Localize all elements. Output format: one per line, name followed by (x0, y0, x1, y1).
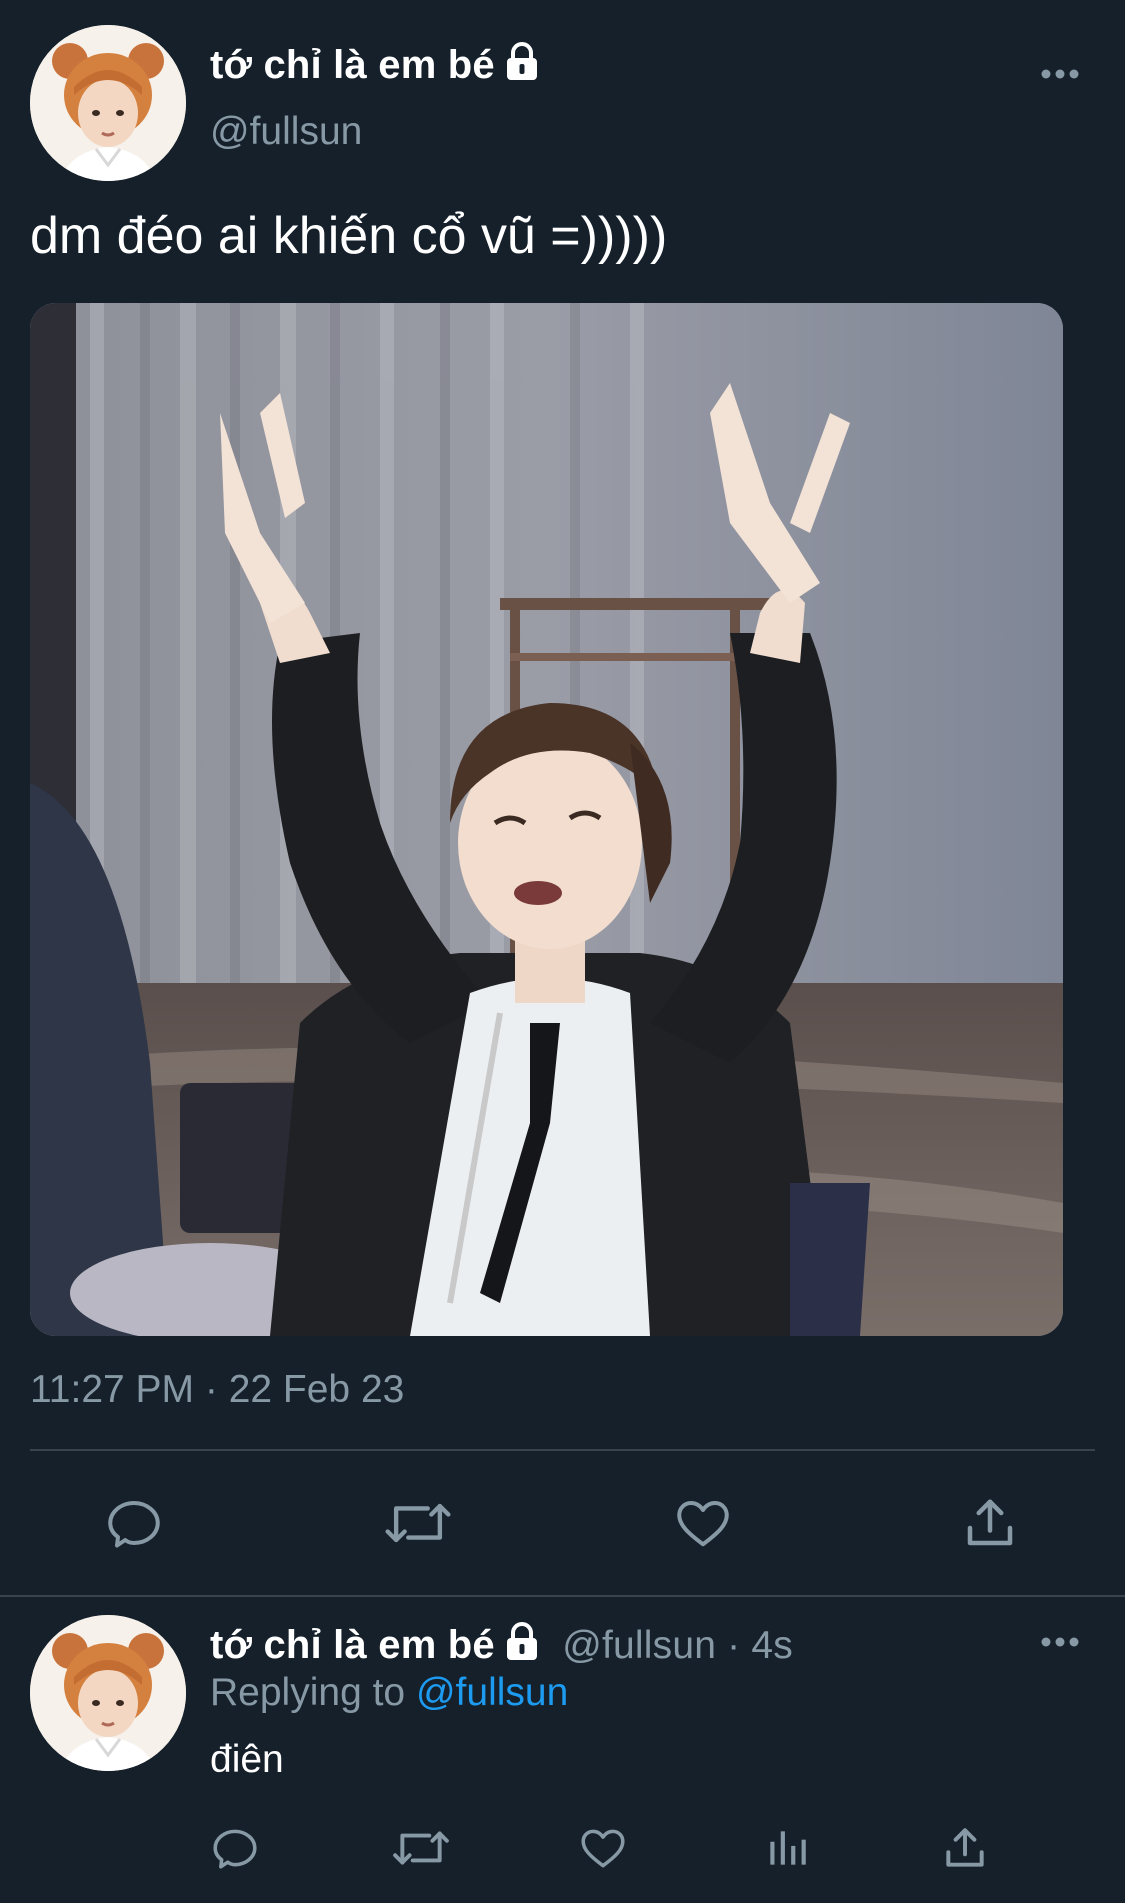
reply-more-icon[interactable] (1040, 1632, 1080, 1657)
reply-icon[interactable] (104, 1493, 164, 1553)
retweet-icon[interactable] (384, 1493, 452, 1553)
divider (30, 1449, 1095, 1451)
tweet-timestamp[interactable]: 11:27 PM · 22 Feb 23 (30, 1368, 404, 1412)
replying-to: Replying to @fullsun (210, 1671, 568, 1715)
more-icon[interactable] (1040, 64, 1080, 89)
reply-retweet-icon[interactable] (392, 1823, 450, 1873)
lock-icon (503, 1622, 541, 1672)
reply-handle-time[interactable]: @fullsun · 4s (562, 1624, 793, 1667)
reply-share-icon[interactable] (940, 1823, 990, 1873)
handle[interactable]: @fullsun (210, 110, 362, 154)
replying-to-handle-link[interactable]: @fullsun (416, 1671, 568, 1714)
reply-like-icon[interactable] (578, 1823, 628, 1873)
display-name[interactable]: tớ chỉ là em bé (210, 42, 541, 92)
analytics-icon[interactable] (762, 1823, 812, 1873)
reply-text: điên (210, 1738, 284, 1781)
share-icon[interactable] (960, 1493, 1020, 1553)
lock-icon (503, 42, 541, 92)
reply-display-name[interactable]: tớ chỉ là em bé @fullsun · 4s (210, 1622, 793, 1672)
avatar[interactable] (30, 25, 186, 181)
like-icon[interactable] (673, 1493, 733, 1553)
reply-reply-icon[interactable] (210, 1823, 260, 1873)
display-name-text[interactable]: tớ chỉ là em bé (210, 43, 495, 87)
tweet-media[interactable] (30, 303, 1063, 1336)
replying-to-prefix: Replying to (210, 1671, 416, 1714)
media-photo (30, 303, 1063, 1336)
reply-avatar[interactable] (30, 1615, 186, 1771)
tweet-text: dm đéo ai khiến cổ vũ =))))) (30, 207, 668, 265)
divider (0, 1595, 1125, 1597)
reply-display-name-text[interactable]: tớ chỉ là em bé (210, 1623, 495, 1667)
